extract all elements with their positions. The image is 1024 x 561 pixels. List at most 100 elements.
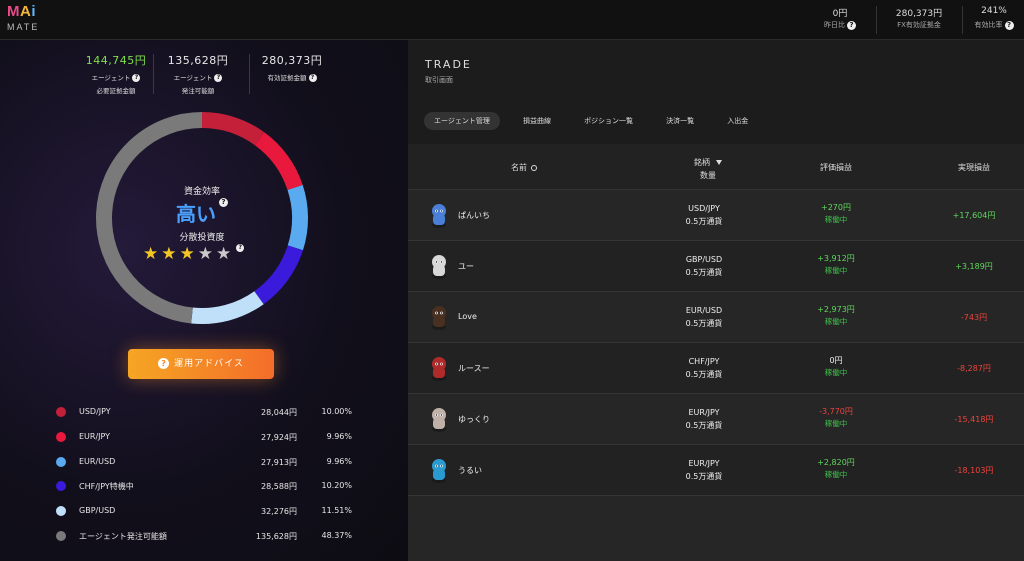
agent-name: ユー: [458, 262, 474, 271]
agent-eval: 0円 稼働中: [798, 355, 874, 379]
mai-mate-logo[interactable]: MAi MATE: [7, 3, 47, 37]
agent-pair: GBP/USD 0.5万通貨: [685, 255, 723, 277]
logo-mark: MAi: [7, 3, 37, 20]
column-eval: 評価損益: [820, 163, 852, 172]
divider: [962, 6, 963, 34]
stat-margin-ratio: 241% 有効比率?: [966, 0, 1022, 40]
legend-percent: 9.96%: [326, 431, 352, 441]
legend-name: EUR/JPY: [79, 431, 111, 441]
legend-percent: 48.37%: [321, 530, 352, 540]
legend-name: エージェント発注可能額: [79, 531, 167, 541]
legend-amount: 28,588円: [261, 482, 297, 492]
summary-effective-margin: 280,373円 有効証拠金額?: [232, 52, 352, 82]
column-pair[interactable]: 銘柄 数量: [668, 156, 748, 182]
agent-pair: EUR/USD 0.5万通貨: [685, 306, 723, 328]
column-name[interactable]: 名前: [504, 162, 544, 173]
legend-name: GBP/USD: [79, 506, 116, 516]
star-filled-icon: ★: [161, 244, 177, 264]
status-badge: 稼働中: [824, 317, 848, 326]
stat-daily-change: 0円 昨日比?: [812, 0, 868, 40]
diversity-rating: ★ ★ ★ ★ ★?: [143, 244, 245, 264]
agent-realized: -8,287円: [957, 364, 991, 373]
table-row[interactable]: Love EUR/USD 0.5万通貨 +2,973円 稼働中 -743円: [408, 292, 1024, 343]
agent-eval: +2,973円 稼働中: [798, 304, 874, 328]
agent-avatar-icon: [432, 459, 446, 483]
allocation-legend: USD/JPY 28,044円 10.00% EUR/JPY 27,924円 9.96% E…: [56, 404, 352, 553]
tab-pnl-curve[interactable]: 損益曲線: [513, 112, 561, 130]
legend-amount: 27,913円: [261, 457, 297, 467]
agent-name: Love: [458, 312, 477, 321]
agent-name: ルースー: [458, 364, 490, 373]
table-row[interactable]: ルースー CHF/JPY 0.5万通貨 0円 稼働中 -8,287円: [408, 343, 1024, 394]
diversity-label: 分散投資度: [179, 233, 225, 243]
search-icon[interactable]: [531, 164, 537, 171]
column-realized: 実現損益: [958, 163, 990, 172]
agent-avatar-icon: [432, 255, 446, 279]
star-filled-icon: ★: [143, 244, 159, 264]
agent-realized: -743円: [960, 313, 988, 322]
legend-swatch: [56, 530, 66, 541]
help-icon[interactable]: ?: [219, 198, 228, 207]
agent-eval: +3,912円 稼働中: [798, 253, 874, 277]
agent-realized: +17,604円: [952, 211, 996, 220]
legend-name: CHF/JPY特機中: [79, 482, 134, 492]
page-title: TRADE: [425, 58, 472, 71]
app-root: MAi MATE 0円 昨日比? 280,373円 FX有効証拠金 241% 有…: [0, 0, 1024, 561]
status-badge: 稼働中: [824, 419, 848, 428]
help-icon[interactable]: ?: [308, 74, 317, 82]
agent-avatar-icon: [432, 357, 446, 381]
agent-eval: -3,770円 稼働中: [798, 406, 874, 430]
agent-realized: -18,103円: [954, 466, 994, 475]
legend-item: CHF/JPY特機中 28,588円 10.20%: [56, 478, 352, 503]
legend-amount: 28,044円: [261, 408, 297, 417]
agent-avatar-icon: [432, 408, 446, 432]
filter-icon[interactable]: [716, 160, 722, 165]
agent-table-header: 名前 銘柄 数量 評価損益 実現損益: [408, 144, 1024, 190]
agent-pair: EUR/JPY 0.5万通貨: [685, 408, 723, 430]
legend-percent: 10.20%: [321, 481, 352, 491]
star-filled-icon: ★: [179, 244, 195, 264]
advice-button[interactable]: ? 運用アドバイス: [128, 349, 274, 379]
agent-avatar-icon: [432, 204, 446, 228]
legend-amount: 32,276円: [261, 507, 297, 517]
logo-subtext: MATE: [7, 22, 40, 32]
status-badge: 稼働中: [824, 266, 848, 275]
help-icon[interactable]: ?: [1004, 20, 1014, 30]
tab-deposit-withdraw[interactable]: 入出金: [717, 112, 758, 130]
agent-pair: CHF/JPY 0.5万通貨: [685, 357, 723, 379]
summary-value: 280,373円: [261, 54, 323, 67]
legend-amount: 135,628円: [255, 531, 297, 541]
table-row[interactable]: ぱんいち USD/JPY 0.5万通貨 +270円 稼働中 +17,604円: [408, 190, 1024, 241]
legend-item: エージェント発注可能額 135,628円 48.37%: [56, 528, 352, 553]
status-badge: 稼働中: [824, 368, 848, 377]
tab-settlements[interactable]: 決済一覧: [656, 112, 704, 130]
page-subtitle: 取引画面: [425, 76, 453, 84]
table-row[interactable]: ユー GBP/USD 0.5万通貨 +3,912円 稼働中 +3,189円: [408, 241, 1024, 292]
help-icon[interactable]: ?: [214, 74, 223, 82]
tab-positions[interactable]: ポジション一覧: [574, 112, 643, 130]
agent-name: うるい: [458, 466, 482, 475]
efficiency-value: 高い: [176, 202, 216, 226]
portfolio-panel: 144,745円 エージェント? 必要証拠金額 135,628円 エージェント?…: [0, 40, 408, 561]
agent-realized: -15,418円: [954, 415, 994, 424]
legend-percent: 10.00%: [321, 407, 352, 416]
table-row[interactable]: うるい EUR/JPY 0.5万通貨 +2,820円 稼働中 -18,103円: [408, 445, 1024, 496]
legend-item: USD/JPY 28,044円 10.00%: [56, 404, 352, 429]
efficiency-center: 資金効率 高い? 分散投資度 ★ ★ ★ ★ ★?: [92, 108, 312, 328]
help-icon[interactable]: ?: [236, 244, 245, 252]
help-icon[interactable]: ?: [847, 20, 856, 30]
tab-agent-management[interactable]: エージェント管理: [424, 112, 500, 130]
agent-avatar-icon: [432, 306, 446, 330]
agent-name: ぱんいち: [458, 211, 490, 220]
question-icon: ?: [158, 358, 170, 369]
legend-amount: 27,924円: [261, 432, 297, 442]
legend-percent: 9.96%: [326, 456, 352, 466]
status-badge: 稼働中: [824, 215, 848, 224]
top-bar: MAi MATE 0円 昨日比? 280,373円 FX有効証拠金 241% 有…: [0, 0, 1024, 40]
table-row[interactable]: ゆっくり EUR/JPY 0.5万通貨 -3,770円 稼働中 -15,418円: [408, 394, 1024, 445]
legend-swatch: [56, 481, 66, 492]
legend-swatch: [56, 431, 66, 442]
legend-swatch: [56, 506, 66, 517]
agent-eval: +2,820円 稼働中: [798, 457, 874, 481]
legend-swatch: [56, 407, 66, 417]
